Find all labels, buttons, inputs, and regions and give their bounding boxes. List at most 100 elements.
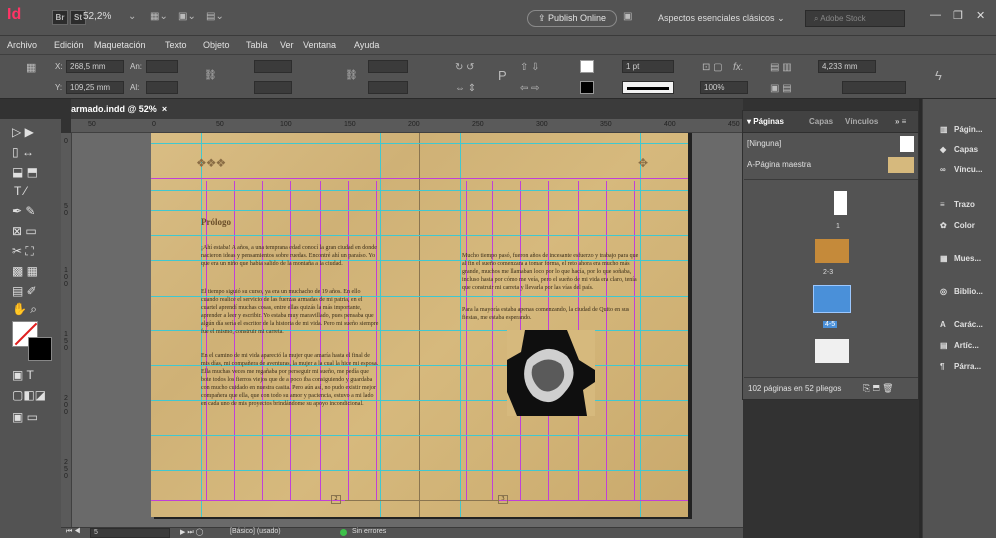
text-wrap-icon[interactable]: ▤ ▥	[770, 62, 792, 74]
fill-swatch-none[interactable]	[580, 60, 594, 73]
menu-maquetacion[interactable]: Maquetación	[94, 40, 146, 50]
panel-swatches[interactable]: ▦ Mues...	[940, 254, 981, 263]
view-options-icon[interactable]: ▦⌄	[150, 11, 168, 23]
pages-footer-icons[interactable]: ⎘ ⬒ 🗑	[863, 383, 894, 394]
selection-tool-icon[interactable]: ▷ ▶	[12, 125, 34, 139]
paragraph-style-status[interactable]: [Básico] (usado)	[230, 528, 281, 535]
close-tab-icon[interactable]: ×	[162, 104, 167, 114]
page-nav-next-icon[interactable]: ▶ ⏭ ◯	[180, 528, 203, 537]
object-style-field[interactable]	[842, 81, 906, 94]
minimize-icon[interactable]: —	[930, 9, 941, 21]
panel-menu-icon[interactable]: » ≡	[895, 117, 906, 126]
shear-field[interactable]	[368, 81, 408, 94]
flip-icon[interactable]: ⇔ ⇕	[455, 83, 476, 95]
stroke-type-selector[interactable]	[622, 81, 674, 94]
panel-character[interactable]: A Carác...	[940, 320, 983, 329]
preflight-status[interactable]: Sin errores	[352, 528, 386, 535]
panel-color[interactable]: ✿ Color	[940, 221, 975, 230]
chapter-title[interactable]: Prólogo	[201, 217, 231, 227]
zoom-dropdown-icon[interactable]: ⌄	[128, 11, 136, 23]
align-icon[interactable]: ▣ ▤	[770, 83, 792, 95]
adobe-stock-search[interactable]: ⌕ Adobe Stock	[805, 10, 905, 27]
tab-layers[interactable]: Capas	[809, 117, 833, 126]
paragraph[interactable]: En el camino de mi vida apareció la muje…	[201, 352, 379, 408]
tab-pages[interactable]: ▾ Páginas	[747, 117, 784, 126]
screen-mode-icon[interactable]: ▣⌄	[178, 11, 196, 23]
margin-guide	[376, 181, 377, 501]
menu-ayuda[interactable]: Ayuda	[354, 40, 379, 50]
close-icon[interactable]: ✕	[976, 9, 985, 22]
select-content-icon[interactable]: ⇦ ⇨	[520, 83, 540, 95]
screen-mode-normal-icon[interactable]: ▣ T	[12, 368, 34, 382]
paragraph[interactable]: El tiempo siguió su curso, ya era un muc…	[201, 288, 379, 336]
share-icon[interactable]: ▣	[623, 11, 632, 23]
document-tab[interactable]: armado.indd @ 52% ×	[71, 104, 167, 114]
menu-ver[interactable]: Ver	[280, 40, 294, 50]
opacity-field[interactable]: 100%	[700, 81, 748, 94]
select-container-icon[interactable]: ⇧ ⇩	[520, 62, 540, 74]
constrain-proportions-icon[interactable]: ⛓	[204, 70, 217, 82]
stroke-weight-field[interactable]: 1 pt	[622, 60, 674, 73]
height-field[interactable]	[146, 81, 178, 94]
menu-edicion[interactable]: Edición	[54, 40, 84, 50]
tab-links[interactable]: Vínculos	[845, 117, 878, 126]
horizontal-ruler[interactable]	[71, 119, 743, 133]
x-field[interactable]: 268,5 mm	[66, 60, 124, 73]
panel-links[interactable]: ∞ Víncu...	[940, 165, 982, 174]
restore-icon[interactable]: ❐	[953, 9, 963, 22]
frame-fitting-icon[interactable]: ⊡ ▢	[702, 62, 723, 74]
stroke-color-box[interactable]	[28, 337, 52, 361]
menu-ventana[interactable]: Ventana	[303, 40, 336, 50]
effects-icon[interactable]: fx.	[733, 62, 744, 74]
paragraph[interactable]: Para la mayoría estaba apenas comenzando…	[462, 306, 640, 322]
rotate-cw-icon[interactable]: ↻ ↺	[455, 62, 475, 74]
workspace-switcher[interactable]: Aspectos esenciales clásicos ⌄	[658, 13, 785, 24]
panel-pages[interactable]: ▥ Págin...	[940, 125, 982, 134]
panel-libraries[interactable]: ◎ Biblio...	[940, 287, 983, 296]
menu-tabla[interactable]: Tabla	[246, 40, 268, 50]
hand-tool-icon[interactable]: ✋ ⌕	[12, 302, 37, 317]
constrain-scale-icon[interactable]: ⛓	[345, 70, 358, 82]
paragraph[interactable]: ¡Ahí estaba! A años, a una temprana edad…	[201, 244, 379, 268]
width-field[interactable]	[146, 60, 178, 73]
type-tool-icon[interactable]: T ⁄	[14, 184, 26, 198]
rotation-field[interactable]	[368, 60, 408, 73]
pen-tool-icon[interactable]: ✒ ✎	[12, 204, 35, 218]
none-master-row[interactable]: [Ninguna]	[743, 135, 918, 153]
page-nav-first-icon[interactable]: ⏮ ◀	[66, 528, 81, 536]
paragraph[interactable]: Mucho tiempo pasó, fueron años de incesa…	[462, 252, 640, 292]
rectangle-frame-tool-icon[interactable]: ⊠ ▭	[12, 224, 37, 238]
panel-layers[interactable]: ◆ Capas	[940, 145, 978, 154]
zoom-level[interactable]: 52,2%	[83, 11, 111, 22]
arrange-documents-icon[interactable]: ▤⌄	[206, 11, 224, 23]
panel-paragraph[interactable]: ¶ Párra...	[940, 362, 981, 371]
menu-objeto[interactable]: Objeto	[203, 40, 230, 50]
stroke-swatch[interactable]	[580, 81, 594, 94]
scale-x-field[interactable]	[254, 60, 292, 73]
reference-point-icon[interactable]: ▦	[26, 62, 36, 74]
page-thumb-1[interactable]	[834, 191, 847, 215]
menu-archivo[interactable]: Archivo	[7, 40, 37, 50]
bridge-button[interactable]: Br	[52, 10, 68, 25]
scale-y-field[interactable]	[254, 81, 292, 94]
publish-online-button[interactable]: ⇪ Publish Online	[527, 10, 617, 27]
sculpture-image[interactable]	[507, 330, 595, 416]
page-number-field[interactable]: 5	[90, 528, 170, 538]
page-thumb-6-7[interactable]	[815, 339, 849, 363]
gradient-tool-icon[interactable]: ▩ ▦	[12, 264, 38, 278]
page-tool-icon[interactable]: ▯ ↔	[12, 145, 34, 159]
menu-texto[interactable]: Texto	[165, 40, 187, 50]
y-field[interactable]: 109,25 mm	[66, 81, 124, 94]
apply-color-icon[interactable]: ▢◧◪	[12, 388, 46, 402]
preview-mode-icon[interactable]: ▣ ▭	[12, 410, 38, 424]
page-thumb-4-5-selected[interactable]	[813, 285, 851, 313]
quick-apply-icon[interactable]: ϟ	[935, 69, 942, 82]
gap-field[interactable]: 4,233 mm	[818, 60, 876, 73]
note-tool-icon[interactable]: ▤ ✐	[12, 284, 37, 298]
panel-divider	[744, 179, 918, 180]
panel-stroke[interactable]: ≡ Trazo	[940, 200, 975, 209]
scissors-tool-icon[interactable]: ✂ ⛶	[12, 244, 34, 259]
page-thumb-2-3[interactable]	[815, 239, 849, 263]
content-collector-icon[interactable]: ⬓ ⬒	[12, 165, 38, 179]
panel-articles[interactable]: ▤ Artíc...	[940, 341, 979, 350]
